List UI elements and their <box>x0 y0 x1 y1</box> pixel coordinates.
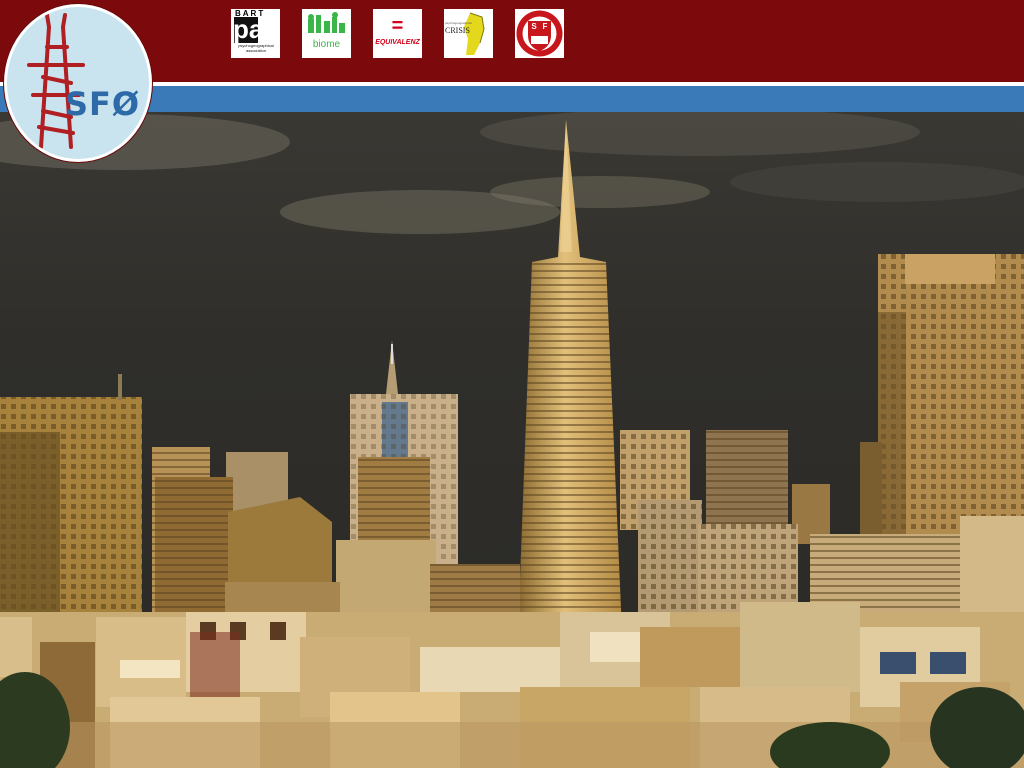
partner-equivalenz-logo[interactable]: = EQUIVALENZ <box>373 9 422 58</box>
seal-letter-f: F <box>542 22 548 31</box>
logo-circle[interactable]: SFØ <box>4 4 152 162</box>
crisis-label: CRISIS <box>445 26 470 35</box>
blue-band <box>0 86 1024 112</box>
shield-seal-icon <box>516 10 563 57</box>
crisis-subtitle: psychogeographical <box>445 21 472 25</box>
partner-seal-logo[interactable]: S F <box>515 9 564 58</box>
equivalenz-label: EQUIVALENZ <box>375 39 420 46</box>
equals-icon: = <box>391 15 404 37</box>
partner-crisis-logo[interactable]: psychogeographical CRISIS <box>444 9 493 58</box>
header-bar <box>0 0 1024 82</box>
biome-building-icon <box>308 12 345 33</box>
pa-label: pa <box>233 14 264 44</box>
partner-bart-pa-logo[interactable]: BART pa psychogeographical association <box>231 9 280 58</box>
pa-subtitle: psychogeographical association <box>238 43 274 53</box>
seal-letter-s: S <box>531 22 537 31</box>
sutro-tower-icon <box>27 13 85 149</box>
skyline-image <box>0 112 1024 768</box>
partner-biome-logo[interactable]: biome <box>302 9 351 58</box>
biome-label: biome <box>312 39 341 50</box>
logo-text: SFØ <box>65 85 141 123</box>
